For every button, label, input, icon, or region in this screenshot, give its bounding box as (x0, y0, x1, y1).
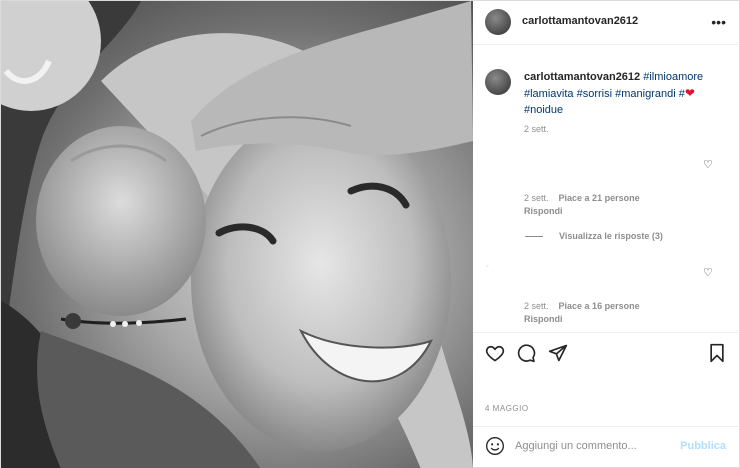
view-replies-button[interactable]: Visualizza le risposte (3) (525, 231, 663, 241)
post-photo[interactable] (1, 1, 473, 468)
share-icon[interactable] (548, 343, 568, 368)
loading-spinner-icon: ⸝ (485, 260, 489, 269)
action-bar (473, 341, 740, 371)
comment2-like-heart-icon[interactable]: ♡ (703, 266, 713, 279)
photo-illustration (1, 1, 473, 468)
heart-emoji: ❤ (684, 86, 695, 100)
hashtag-hash[interactable]: # (676, 88, 685, 100)
caption-time[interactable]: 2 sett. (524, 124, 549, 134)
comment-like-heart-icon[interactable]: ♡ (703, 158, 713, 171)
comment1-reply[interactable]: Rispondi (524, 206, 563, 216)
comment1-time[interactable]: 2 sett. (524, 193, 549, 203)
post-header: carlottamantovan2612 ••• (473, 1, 740, 45)
add-comment-bar: Pubblica (473, 426, 740, 467)
instagram-post: carlottamantovan2612 ••• carlottamantova… (0, 0, 740, 468)
comment2-meta: 2 sett. Piace a 16 persone (524, 301, 640, 311)
hashtag-manigrandi[interactable]: #manigrandi (612, 88, 676, 100)
hashtag-sorrisi[interactable]: #sorrisi (574, 88, 612, 100)
post-date[interactable]: 4 MAGGIO (485, 404, 529, 413)
publish-button[interactable]: Pubblica (680, 440, 726, 452)
header-username[interactable]: carlottamantovan2612 (522, 15, 638, 27)
bookmark-icon[interactable] (707, 343, 727, 368)
comments-section: carlottamantovan2612 #ilmioamore #lamiav… (473, 46, 740, 333)
view-replies-label: Visualizza le risposte (3) (559, 231, 663, 241)
view-replies-line (525, 235, 543, 237)
avatar[interactable] (485, 9, 511, 35)
caption-avatar[interactable] (485, 69, 511, 95)
caption-username[interactable]: carlottamantovan2612 (524, 71, 640, 83)
hashtag-lamiavita[interactable]: #lamiavita (524, 88, 574, 100)
more-icon[interactable]: ••• (711, 15, 726, 29)
comment-icon[interactable] (516, 343, 536, 368)
comment-input[interactable] (515, 435, 675, 457)
comment2-time[interactable]: 2 sett. (524, 301, 549, 311)
comment1-likes[interactable]: Piace a 21 persone (559, 193, 640, 203)
hashtag-noidue[interactable]: #noidue (524, 104, 563, 116)
heart-icon[interactable] (485, 343, 505, 368)
hashtag-ilmioamore[interactable]: #ilmioamore (640, 71, 703, 83)
emoji-icon[interactable] (485, 436, 505, 461)
side-panel: carlottamantovan2612 ••• carlottamantova… (473, 1, 740, 467)
comment2-likes[interactable]: Piace a 16 persone (559, 301, 640, 311)
comment2-reply[interactable]: Rispondi (524, 314, 563, 324)
comment1-meta: 2 sett. Piace a 21 persone (524, 193, 640, 203)
caption: carlottamantovan2612 #ilmioamore #lamiav… (524, 69, 724, 118)
